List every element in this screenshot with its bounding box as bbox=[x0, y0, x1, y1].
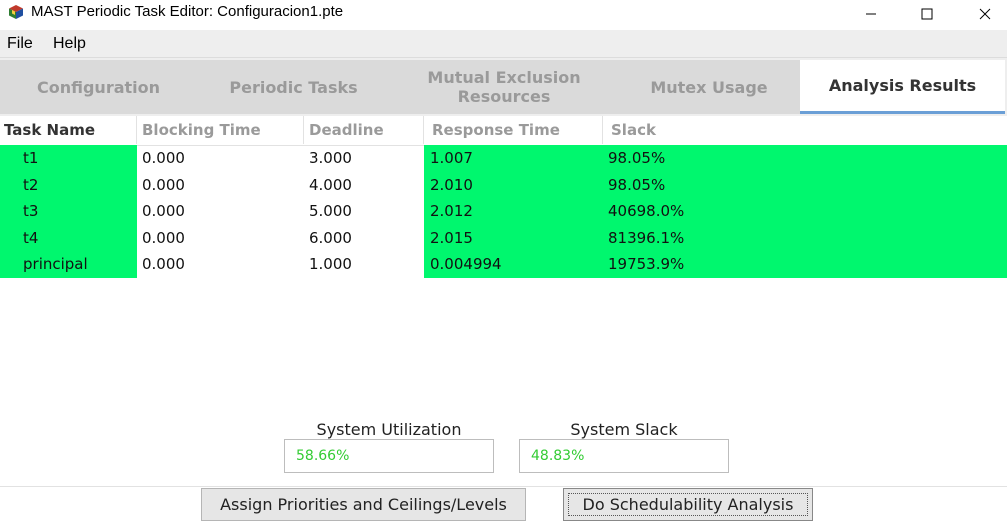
table-header: Task Name Blocking Time Deadline Respons… bbox=[0, 116, 1007, 146]
cell-response-time: 2.010 bbox=[424, 171, 603, 198]
cell-task-name: t2 bbox=[0, 171, 137, 198]
table-row[interactable]: t2 0.000 4.000 2.010 98.05% bbox=[0, 171, 1007, 198]
menu-help[interactable]: Help bbox=[53, 35, 86, 53]
minimize-button[interactable] bbox=[848, 0, 894, 28]
assign-priorities-button[interactable]: Assign Priorities and Ceilings/Levels bbox=[201, 488, 526, 521]
cell-response-time: 2.015 bbox=[424, 224, 603, 251]
cell-blocking-time: 0.000 bbox=[142, 202, 185, 220]
window-title: MAST Periodic Task Editor: Configuracion… bbox=[31, 3, 344, 20]
cell-slack: 40698.0% bbox=[603, 198, 1007, 225]
cell-blocking-time: 0.000 bbox=[142, 149, 185, 167]
cell-task-name: t1 bbox=[0, 145, 137, 172]
cell-slack: 19753.9% bbox=[603, 251, 1007, 278]
system-utilization-field[interactable]: 58.66% bbox=[284, 439, 494, 473]
minimize-icon bbox=[866, 13, 876, 15]
schedulability-analysis-button[interactable]: Do Schedulability Analysis bbox=[563, 488, 813, 521]
cell-task-name: principal bbox=[0, 251, 137, 278]
cell-task-name: t4 bbox=[0, 224, 137, 251]
column-header-task-name[interactable]: Task Name bbox=[0, 116, 137, 144]
tab-analysis-results[interactable]: Analysis Results bbox=[800, 60, 1005, 114]
cell-deadline: 4.000 bbox=[309, 175, 352, 194]
focus-ring bbox=[568, 493, 808, 516]
system-utilization-label: System Utilization bbox=[316, 420, 462, 439]
cell-deadline: 1.000 bbox=[309, 255, 352, 273]
maximize-icon bbox=[921, 8, 933, 20]
column-header-blocking-time[interactable]: Blocking Time bbox=[137, 116, 304, 144]
menu-file[interactable]: File bbox=[7, 35, 33, 53]
tab-configuration[interactable]: Configuration bbox=[0, 60, 197, 114]
app-cube-icon bbox=[9, 5, 23, 19]
cell-slack: 81396.1% bbox=[603, 224, 1007, 251]
tab-mutual-exclusion-resources[interactable]: Mutual Exclusion Resources bbox=[390, 60, 618, 114]
table-row[interactable]: principal 0.000 1.000 0.004994 19753.9% bbox=[0, 251, 1007, 278]
cell-task-name: t3 bbox=[0, 198, 137, 225]
cell-slack: 98.05% bbox=[603, 171, 1007, 198]
title-bar: MAST Periodic Task Editor: Configuracion… bbox=[0, 0, 1007, 30]
close-icon bbox=[979, 8, 991, 20]
table-row[interactable]: t3 0.000 5.000 2.012 40698.0% bbox=[0, 198, 1007, 225]
cell-deadline: 5.000 bbox=[309, 202, 352, 220]
table-row[interactable]: t1 0.000 3.000 1.007 98.05% bbox=[0, 145, 1007, 172]
column-header-slack[interactable]: Slack bbox=[603, 116, 1007, 144]
cell-deadline: 6.000 bbox=[309, 228, 352, 247]
tab-mutex-usage[interactable]: Mutex Usage bbox=[618, 60, 800, 114]
system-slack-label: System Slack bbox=[570, 420, 678, 439]
cell-response-time: 2.012 bbox=[424, 198, 603, 225]
cell-blocking-time: 0.000 bbox=[142, 175, 185, 194]
cell-deadline: 3.000 bbox=[309, 149, 352, 167]
menu-bar: File Help bbox=[0, 30, 1007, 58]
cell-blocking-time: 0.000 bbox=[142, 228, 185, 247]
column-header-response-time[interactable]: Response Time bbox=[424, 116, 603, 144]
tab-bar: Configuration Periodic Tasks Mutual Excl… bbox=[0, 58, 1007, 116]
cell-response-time: 0.004994 bbox=[424, 251, 603, 278]
tab-periodic-tasks[interactable]: Periodic Tasks bbox=[197, 60, 390, 114]
close-button[interactable] bbox=[962, 0, 1007, 28]
cell-slack: 98.05% bbox=[603, 145, 1007, 172]
table-row[interactable]: t4 0.000 6.000 2.015 81396.1% bbox=[0, 224, 1007, 251]
cell-response-time: 1.007 bbox=[424, 145, 603, 172]
maximize-button[interactable] bbox=[904, 0, 950, 28]
column-header-deadline[interactable]: Deadline bbox=[304, 116, 424, 144]
cell-blocking-time: 0.000 bbox=[142, 255, 185, 273]
bottom-divider bbox=[0, 486, 1007, 487]
system-slack-field[interactable]: 48.83% bbox=[519, 439, 729, 473]
